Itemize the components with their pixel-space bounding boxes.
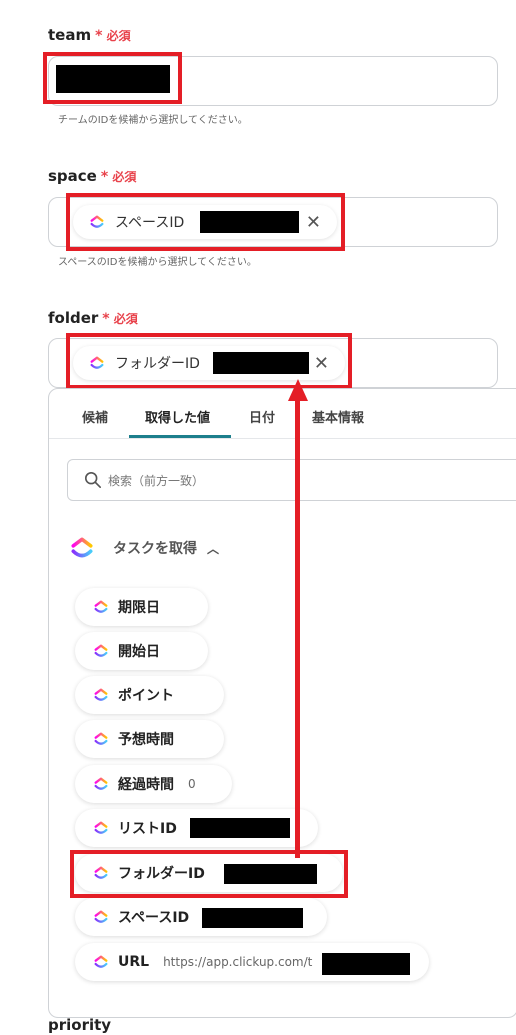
folder-label-text: folder (48, 309, 99, 327)
clickup-logo-icon (93, 599, 109, 615)
space-label-text: space (48, 167, 97, 185)
item-label: 期限日 (118, 600, 160, 616)
tab-retrieved-values[interactable]: 取得した値 (145, 407, 210, 426)
group-header-get-task[interactable]: タスクを取得 ︿ (69, 531, 219, 565)
clickup-logo-icon (69, 535, 95, 561)
required-text: 必須 (106, 29, 131, 43)
picker-tabs: 候補 取得した値 日付 基本情報 (49, 389, 516, 439)
folder-id-highlight-box (70, 850, 348, 898)
tab-candidates[interactable]: 候補 (82, 407, 108, 426)
list-item-due-date[interactable]: 期限日 (75, 588, 208, 626)
space-highlight-box (66, 193, 345, 251)
list-item-elapsed-time[interactable]: 経過時間 0 (75, 765, 232, 803)
item-label: リストID (118, 821, 177, 837)
item-label: スペースID (118, 910, 190, 926)
required-marker: * 必須 (95, 28, 131, 44)
group-label: タスクを取得 (113, 541, 197, 557)
required-text: 必須 (113, 312, 138, 326)
annotation-arrow-line (295, 400, 300, 858)
item-label: URL (118, 954, 150, 970)
item-label: 開始日 (118, 644, 160, 660)
required-marker: * 必須 (100, 169, 137, 185)
clickup-logo-icon (93, 954, 109, 970)
active-tab-underline (129, 435, 231, 438)
item-label: 予想時間 (118, 732, 174, 748)
space-help-text: スペースのIDを候補から選択してください。 (58, 257, 257, 268)
clickup-logo-icon (93, 731, 109, 747)
list-item-estimated-time[interactable]: 予想時間 (75, 720, 224, 758)
priority-label: priority (48, 1016, 112, 1034)
list-id-redacted-value (190, 818, 290, 838)
list-item-points[interactable]: ポイント (75, 676, 224, 714)
item-value: 0 (188, 777, 196, 791)
space-id-redacted-value (202, 908, 303, 928)
url-redacted-value (322, 953, 410, 975)
search-placeholder: 検索（前方一致） (108, 473, 205, 488)
chevron-up-icon: ︿ (207, 541, 220, 556)
clickup-logo-icon (93, 776, 109, 792)
required-text: 必須 (112, 170, 137, 184)
item-value: https://app.clickup.com/t (163, 955, 313, 969)
clickup-logo-icon (93, 643, 109, 659)
space-label: space * 必須 (48, 167, 136, 185)
folder-highlight-box (66, 333, 352, 389)
clickup-logo-icon (93, 909, 109, 925)
item-label: ポイント (118, 688, 174, 704)
team-help-text: チームのIDを候補から選択してください。 (58, 115, 248, 126)
list-item-start-date[interactable]: 開始日 (75, 632, 208, 670)
search-icon (84, 471, 102, 489)
team-label: team * 必須 (48, 26, 131, 44)
item-label: 経過時間 (118, 777, 174, 793)
team-redacted-value (56, 65, 170, 93)
clickup-logo-icon (93, 687, 109, 703)
annotation-arrow-head (288, 379, 308, 401)
search-input[interactable]: 検索（前方一致） (67, 459, 516, 501)
folder-label: folder * 必須 (48, 309, 138, 327)
team-label-text: team (48, 26, 92, 44)
required-marker: * 必須 (102, 311, 138, 327)
tab-date[interactable]: 日付 (249, 407, 275, 426)
tab-basic-info[interactable]: 基本情報 (312, 407, 364, 426)
clickup-logo-icon (93, 820, 109, 836)
